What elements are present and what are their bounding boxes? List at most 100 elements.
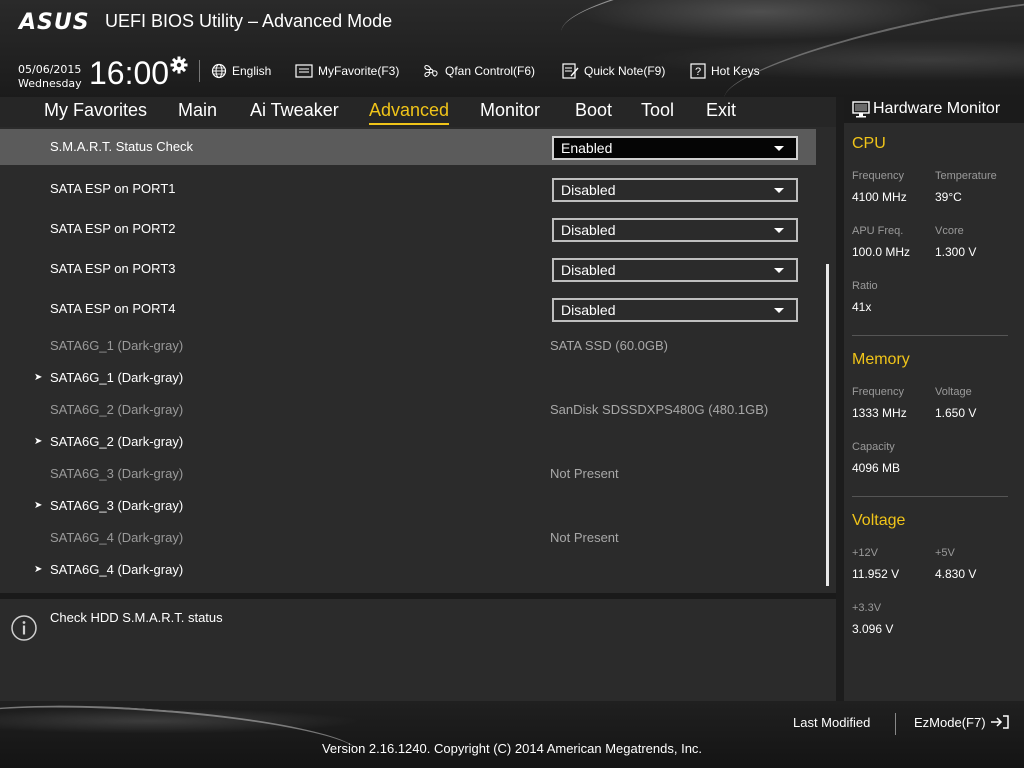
hardware-monitor-header: Hardware Monitor	[844, 97, 1024, 123]
chevron-down-icon	[774, 268, 784, 273]
sata-esp-port4-dropdown[interactable]: Disabled	[552, 298, 798, 322]
submenu-label: SATA6G_4 (Dark-gray)	[50, 562, 184, 577]
tab-my-favorites[interactable]: My Favorites	[44, 100, 147, 123]
apu-freq-value: 100.0 MHz	[852, 245, 911, 259]
sata-port-info-row: SATA6G_2 (Dark-gray) SanDisk SDSSDXPS480…	[0, 399, 816, 427]
tab-advanced[interactable]: Advanced	[369, 100, 450, 125]
dropdown-value: Disabled	[561, 222, 616, 238]
sata-port-submenu-row[interactable]: ➤ SATA6G_4 (Dark-gray)	[0, 559, 816, 587]
ezmode-label: EzMode(F7)	[914, 714, 986, 730]
sata-port-label: SATA6G_3 (Dark-gray)	[50, 466, 184, 481]
date-display: 05/06/2015 Wednesday	[18, 63, 82, 91]
clock: 16:00	[89, 55, 170, 91]
main-tab-bar: My Favorites Main Ai Tweaker Advanced Mo…	[0, 97, 836, 127]
settings-panel: S.M.A.R.T. Status Check Enabled SATA ESP…	[0, 127, 836, 593]
fan-icon	[424, 65, 438, 77]
tab-main[interactable]: Main	[178, 100, 217, 123]
tab-ai-tweaker[interactable]: Ai Tweaker	[250, 100, 339, 123]
sata-port-submenu-row[interactable]: ➤ SATA6G_1 (Dark-gray)	[0, 367, 816, 395]
tab-monitor[interactable]: Monitor	[480, 100, 540, 123]
memory-voltage-value: 1.650 V	[935, 406, 977, 420]
submenu-label: SATA6G_2 (Dark-gray)	[50, 434, 184, 449]
ezmode-button[interactable]: EzMode(F7)	[914, 714, 1010, 730]
sata-device-value: SanDisk SDSSDXPS480G (480.1GB)	[550, 402, 769, 417]
sata-port-label: SATA6G_4 (Dark-gray)	[50, 530, 184, 545]
qfan-control-button[interactable]: Qfan Control(F6)	[422, 62, 535, 80]
tab-exit[interactable]: Exit	[706, 100, 736, 123]
vcore-label: Vcore	[935, 225, 964, 237]
memory-voltage-label: Voltage	[935, 386, 972, 398]
chevron-down-icon	[774, 228, 784, 233]
title-bar: ASUS UEFI BIOS Utility – Advanced Mode 0…	[0, 0, 1024, 97]
tab-boot[interactable]: Boot	[575, 100, 612, 123]
sata-port-submenu-row[interactable]: ➤ SATA6G_2 (Dark-gray)	[0, 431, 816, 459]
globe-icon	[211, 63, 227, 79]
myfavorite-label: MyFavorite(F3)	[318, 64, 400, 78]
submenu-arrow-icon: ➤	[34, 564, 43, 575]
cpu-heading: CPU	[852, 135, 886, 152]
apu-freq-label: APU Freq.	[852, 225, 904, 237]
scrollbar[interactable]	[826, 264, 829, 586]
favorite-list-icon	[295, 64, 313, 78]
sata-esp-port1-dropdown[interactable]: Disabled	[552, 178, 798, 202]
chevron-down-icon	[774, 188, 784, 193]
qfan-label: Qfan Control(F6)	[445, 64, 536, 78]
voltage-12v-value: 11.952 V	[852, 567, 900, 581]
sata-device-value: Not Present	[550, 530, 619, 545]
version-text: Version 2.16.1240. Copyright (C) 2014 Am…	[321, 741, 703, 756]
help-panel: Check HDD S.M.A.R.T. status	[0, 599, 836, 701]
gear-icon[interactable]	[170, 56, 188, 74]
divider	[852, 335, 1008, 336]
chevron-down-icon	[774, 146, 784, 151]
setting-row-sata-esp-port4[interactable]: SATA ESP on PORT4 Disabled	[0, 291, 816, 327]
sata-port-label: SATA6G_2 (Dark-gray)	[50, 402, 184, 417]
language-button[interactable]: English	[211, 62, 271, 80]
memory-capacity-value: 4096 MB	[852, 461, 901, 475]
setting-row-sata-esp-port1[interactable]: SATA ESP on PORT1 Disabled	[0, 171, 816, 207]
memory-frequency-label: Frequency	[852, 386, 904, 398]
cpu-frequency-label: Frequency	[852, 170, 904, 182]
tab-tool[interactable]: Tool	[641, 100, 674, 123]
app-title: UEFI BIOS Utility – Advanced Mode	[105, 11, 393, 31]
exit-arrow-icon	[990, 715, 1009, 729]
dropdown-value: Disabled	[561, 302, 616, 318]
hot-keys-label: Hot Keys	[711, 64, 760, 78]
setting-row-sata-esp-port3[interactable]: SATA ESP on PORT3 Disabled	[0, 251, 816, 287]
monitor-icon	[852, 101, 870, 118]
weekday-text: Wednesday	[18, 77, 82, 90]
cpu-frequency-value: 4100 MHz	[852, 190, 907, 204]
voltage-heading: Voltage	[852, 512, 906, 529]
setting-row-smart-status[interactable]: S.M.A.R.T. Status Check Enabled	[0, 129, 816, 165]
cpu-temperature-label: Temperature	[935, 170, 997, 182]
dropdown-value: Disabled	[561, 262, 616, 278]
quick-note-label: Quick Note(F9)	[584, 64, 666, 78]
sata-port-submenu-row[interactable]: ➤ SATA6G_3 (Dark-gray)	[0, 495, 816, 523]
setting-row-sata-esp-port2[interactable]: SATA ESP on PORT2 Disabled	[0, 211, 816, 247]
last-modified-button[interactable]: Last Modified	[793, 715, 870, 730]
quick-note-button[interactable]: Quick Note(F9)	[562, 62, 665, 80]
submenu-arrow-icon: ➤	[34, 500, 43, 511]
sata-esp-port3-dropdown[interactable]: Disabled	[552, 258, 798, 282]
hardware-monitor-title: Hardware Monitor	[873, 100, 1001, 117]
myfavorite-button[interactable]: MyFavorite(F3)	[295, 62, 399, 80]
sata-device-value: Not Present	[550, 466, 619, 481]
hot-keys-button[interactable]: ? Hot Keys	[690, 62, 760, 80]
info-icon	[11, 615, 37, 641]
footer-divider	[895, 713, 896, 735]
smart-status-dropdown[interactable]: Enabled	[552, 136, 798, 160]
setting-label: S.M.A.R.T. Status Check	[50, 139, 194, 154]
setting-label: SATA ESP on PORT2	[50, 221, 176, 236]
ratio-label: Ratio	[852, 280, 878, 292]
asus-logo: ASUS	[19, 10, 90, 35]
setting-label: SATA ESP on PORT1	[50, 181, 176, 196]
sata-device-value: SATA SSD (60.0GB)	[550, 338, 669, 353]
help-key-icon: ?	[690, 63, 706, 79]
voltage-5v-label: +5V	[935, 547, 955, 559]
submenu-arrow-icon: ➤	[34, 436, 43, 447]
submenu-arrow-icon: ➤	[34, 372, 43, 383]
dropdown-value: Enabled	[561, 140, 613, 156]
dropdown-value: Disabled	[561, 182, 616, 198]
submenu-label: SATA6G_3 (Dark-gray)	[50, 498, 184, 513]
sata-esp-port2-dropdown[interactable]: Disabled	[552, 218, 798, 242]
hardware-monitor-panel: Hardware Monitor CPU Frequency 4100 MHz …	[844, 97, 1024, 701]
